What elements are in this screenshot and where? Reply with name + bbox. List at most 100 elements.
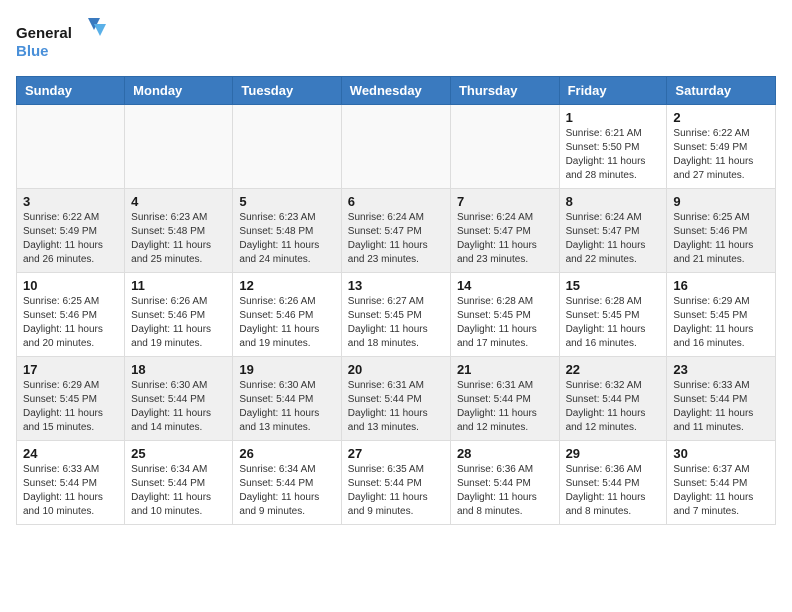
- day-info: Sunrise: 6:33 AM Sunset: 5:44 PM Dayligh…: [23, 463, 118, 519]
- day-number: 13: [348, 278, 444, 293]
- day-info: Sunrise: 6:34 AM Sunset: 5:44 PM Dayligh…: [131, 463, 226, 519]
- calendar-cell: 16Sunrise: 6:29 AM Sunset: 5:45 PM Dayli…: [667, 273, 776, 357]
- day-number: 26: [239, 446, 334, 461]
- calendar-cell: 25 Sunrise: 6:34 AM Sunset: 5:44 PM Dayli…: [125, 441, 233, 525]
- day-info: Sunrise: 6:24 AM Sunset: 5:47 PM Dayligh…: [566, 211, 661, 267]
- day-info: Sunrise: 6:24 AM Sunset: 5:47 PM Dayligh…: [457, 211, 553, 267]
- calendar-cell: 28 Sunrise: 6:36 AM Sunset: 5:44 PM Dayli…: [450, 441, 559, 525]
- calendar-cell: [233, 105, 341, 189]
- calendar-cell: 1 Sunrise: 6:21 AM Sunset: 5:50 PM Daylig…: [559, 105, 667, 189]
- calendar-header-row: SundayMondayTuesdayWednesdayThursdayFrid…: [17, 77, 776, 105]
- calendar-week-2: 3 Sunrise: 6:22 AM Sunset: 5:49 PM Daylig…: [17, 189, 776, 273]
- page-header: General Blue: [16, 16, 776, 64]
- calendar-week-1: 1 Sunrise: 6:21 AM Sunset: 5:50 PM Daylig…: [17, 105, 776, 189]
- day-info: Sunrise: 6:28 AM Sunset: 5:45 PM Dayligh…: [566, 295, 661, 351]
- day-info: Sunrise: 6:22 AM Sunset: 5:49 PM Dayligh…: [673, 127, 769, 183]
- calendar-cell: 6Sunrise: 6:24 AM Sunset: 5:47 PM Daylig…: [341, 189, 450, 273]
- day-info: Sunrise: 6:31 AM Sunset: 5:44 PM Dayligh…: [457, 379, 553, 435]
- calendar-cell: 23 Sunrise: 6:33 AM Sunset: 5:44 PM Dayli…: [667, 357, 776, 441]
- day-info: Sunrise: 6:23 AM Sunset: 5:48 PM Dayligh…: [131, 211, 226, 267]
- calendar-cell: [450, 105, 559, 189]
- calendar-cell: 9Sunrise: 6:25 AM Sunset: 5:46 PM Daylig…: [667, 189, 776, 273]
- weekday-header-thursday: Thursday: [450, 77, 559, 105]
- day-number: 24: [23, 446, 118, 461]
- weekday-header-wednesday: Wednesday: [341, 77, 450, 105]
- day-info: Sunrise: 6:35 AM Sunset: 5:44 PM Dayligh…: [348, 463, 444, 519]
- day-info: Sunrise: 6:28 AM Sunset: 5:45 PM Dayligh…: [457, 295, 553, 351]
- day-info: Sunrise: 6:27 AM Sunset: 5:45 PM Dayligh…: [348, 295, 444, 351]
- calendar-cell: 14 Sunrise: 6:28 AM Sunset: 5:45 PM Dayli…: [450, 273, 559, 357]
- calendar-cell: 10 Sunrise: 6:25 AM Sunset: 5:46 PM Dayli…: [17, 273, 125, 357]
- day-info: Sunrise: 6:26 AM Sunset: 5:46 PM Dayligh…: [131, 295, 226, 351]
- calendar-cell: 5Sunrise: 6:23 AM Sunset: 5:48 PM Daylig…: [233, 189, 341, 273]
- calendar-table: SundayMondayTuesdayWednesdayThursdayFrid…: [16, 76, 776, 525]
- weekday-header-monday: Monday: [125, 77, 233, 105]
- calendar-cell: 30 Sunrise: 6:37 AM Sunset: 5:44 PM Dayli…: [667, 441, 776, 525]
- day-number: 16: [673, 278, 769, 293]
- day-number: 29: [566, 446, 661, 461]
- calendar-cell: [17, 105, 125, 189]
- day-number: 11: [131, 278, 226, 293]
- weekday-header-tuesday: Tuesday: [233, 77, 341, 105]
- day-number: 8: [566, 194, 661, 209]
- day-info: Sunrise: 6:21 AM Sunset: 5:50 PM Dayligh…: [566, 127, 661, 183]
- calendar-cell: 15 Sunrise: 6:28 AM Sunset: 5:45 PM Dayli…: [559, 273, 667, 357]
- calendar-cell: [341, 105, 450, 189]
- day-number: 10: [23, 278, 118, 293]
- calendar-week-4: 17Sunrise: 6:29 AM Sunset: 5:45 PM Dayli…: [17, 357, 776, 441]
- calendar-cell: 3 Sunrise: 6:22 AM Sunset: 5:49 PM Daylig…: [17, 189, 125, 273]
- calendar-cell: 22 Sunrise: 6:32 AM Sunset: 5:44 PM Dayli…: [559, 357, 667, 441]
- day-number: 9: [673, 194, 769, 209]
- day-number: 14: [457, 278, 553, 293]
- day-info: Sunrise: 6:33 AM Sunset: 5:44 PM Dayligh…: [673, 379, 769, 435]
- day-number: 22: [566, 362, 661, 377]
- calendar-cell: 18 Sunrise: 6:30 AM Sunset: 5:44 PM Dayli…: [125, 357, 233, 441]
- weekday-header-sunday: Sunday: [17, 77, 125, 105]
- day-info: Sunrise: 6:37 AM Sunset: 5:44 PM Dayligh…: [673, 463, 769, 519]
- day-info: Sunrise: 6:30 AM Sunset: 5:44 PM Dayligh…: [131, 379, 226, 435]
- day-number: 30: [673, 446, 769, 461]
- calendar-cell: 21 Sunrise: 6:31 AM Sunset: 5:44 PM Dayli…: [450, 357, 559, 441]
- day-number: 7: [457, 194, 553, 209]
- day-info: Sunrise: 6:24 AM Sunset: 5:47 PM Dayligh…: [348, 211, 444, 267]
- day-number: 1: [566, 110, 661, 125]
- weekday-header-friday: Friday: [559, 77, 667, 105]
- day-number: 2: [673, 110, 769, 125]
- day-info: Sunrise: 6:25 AM Sunset: 5:46 PM Dayligh…: [23, 295, 118, 351]
- calendar-cell: 29 Sunrise: 6:36 AM Sunset: 5:44 PM Dayli…: [559, 441, 667, 525]
- day-number: 3: [23, 194, 118, 209]
- day-number: 5: [239, 194, 334, 209]
- calendar-cell: 11 Sunrise: 6:26 AM Sunset: 5:46 PM Dayli…: [125, 273, 233, 357]
- day-info: Sunrise: 6:34 AM Sunset: 5:44 PM Dayligh…: [239, 463, 334, 519]
- day-number: 18: [131, 362, 226, 377]
- calendar-cell: 26 Sunrise: 6:34 AM Sunset: 5:44 PM Dayli…: [233, 441, 341, 525]
- day-number: 28: [457, 446, 553, 461]
- calendar-cell: 24 Sunrise: 6:33 AM Sunset: 5:44 PM Dayli…: [17, 441, 125, 525]
- calendar-cell: [125, 105, 233, 189]
- day-number: 4: [131, 194, 226, 209]
- calendar-cell: 8 Sunrise: 6:24 AM Sunset: 5:47 PM Daylig…: [559, 189, 667, 273]
- day-info: Sunrise: 6:30 AM Sunset: 5:44 PM Dayligh…: [239, 379, 334, 435]
- logo-svg: General Blue: [16, 16, 106, 64]
- calendar-cell: 13 Sunrise: 6:27 AM Sunset: 5:45 PM Dayli…: [341, 273, 450, 357]
- day-info: Sunrise: 6:36 AM Sunset: 5:44 PM Dayligh…: [457, 463, 553, 519]
- day-number: 19: [239, 362, 334, 377]
- day-info: Sunrise: 6:36 AM Sunset: 5:44 PM Dayligh…: [566, 463, 661, 519]
- calendar-cell: 7 Sunrise: 6:24 AM Sunset: 5:47 PM Daylig…: [450, 189, 559, 273]
- day-number: 25: [131, 446, 226, 461]
- day-info: Sunrise: 6:26 AM Sunset: 5:46 PM Dayligh…: [239, 295, 334, 351]
- calendar-cell: 2 Sunrise: 6:22 AM Sunset: 5:49 PM Daylig…: [667, 105, 776, 189]
- svg-text:Blue: Blue: [16, 43, 49, 60]
- svg-text:General: General: [16, 25, 72, 42]
- day-number: 23: [673, 362, 769, 377]
- calendar-week-5: 24 Sunrise: 6:33 AM Sunset: 5:44 PM Dayli…: [17, 441, 776, 525]
- day-info: Sunrise: 6:32 AM Sunset: 5:44 PM Dayligh…: [566, 379, 661, 435]
- calendar-cell: 20Sunrise: 6:31 AM Sunset: 5:44 PM Dayli…: [341, 357, 450, 441]
- day-number: 12: [239, 278, 334, 293]
- day-info: Sunrise: 6:22 AM Sunset: 5:49 PM Dayligh…: [23, 211, 118, 267]
- day-number: 21: [457, 362, 553, 377]
- calendar-cell: 27Sunrise: 6:35 AM Sunset: 5:44 PM Dayli…: [341, 441, 450, 525]
- day-number: 15: [566, 278, 661, 293]
- weekday-header-saturday: Saturday: [667, 77, 776, 105]
- day-number: 20: [348, 362, 444, 377]
